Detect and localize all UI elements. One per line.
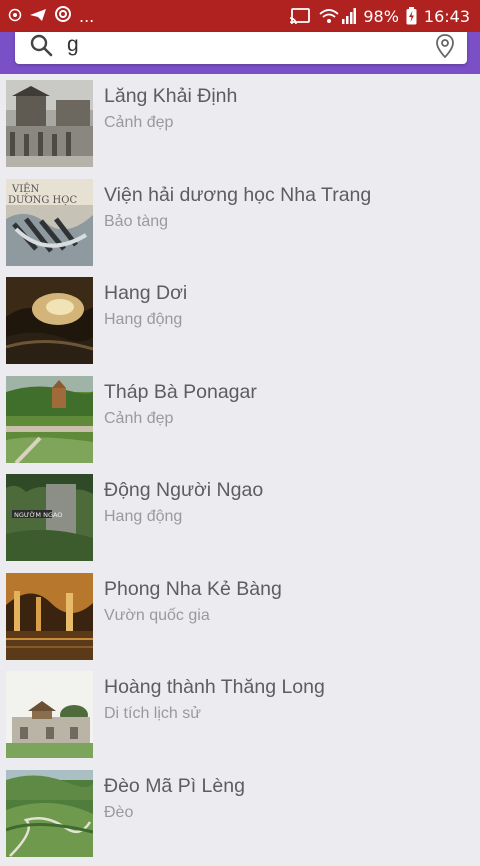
search-bar[interactable] xyxy=(15,32,467,64)
place-name: Phong Nha Kẻ Bàng xyxy=(104,577,282,601)
list-item[interactable]: Đèo Mã Pì Lèng Đèo xyxy=(0,768,480,866)
location-dot-icon xyxy=(8,7,22,26)
list-item[interactable]: Tháp Bà Ponagar Cảnh đẹp xyxy=(0,374,480,473)
search-icon[interactable] xyxy=(29,34,53,63)
place-thumbnail xyxy=(6,80,93,167)
place-category: Di tích lịch sử xyxy=(104,704,325,724)
status-bar-notifications: ... xyxy=(8,5,94,27)
svg-text:DƯƠNG HỌC: DƯƠNG HỌC xyxy=(8,195,77,206)
place-category: Cảnh đẹp xyxy=(104,113,237,133)
sync-icon xyxy=(54,5,72,27)
more-notifications-indicator: ... xyxy=(79,7,94,26)
place-name: Đèo Mã Pì Lèng xyxy=(104,774,245,798)
list-item[interactable]: Lăng Khải Định Cảnh đẹp xyxy=(0,78,480,177)
place-category: Cảnh đẹp xyxy=(104,409,257,429)
place-category: Đèo xyxy=(104,803,245,823)
svg-text:NGƯỜM NGAO: NGƯỜM NGAO xyxy=(14,510,62,519)
place-thumbnail: VIỆNDƯƠNG HỌC xyxy=(6,179,93,266)
status-bar-system: 98% 16:43 xyxy=(289,7,470,26)
clock: 16:43 xyxy=(424,7,470,26)
wifi-signal-icon xyxy=(318,7,356,25)
status-bar: ... 98% 16:43 xyxy=(0,0,480,32)
location-pin-icon[interactable] xyxy=(435,33,455,64)
place-category: Bảo tàng xyxy=(104,212,371,232)
place-thumbnail xyxy=(6,671,93,758)
battery-charging-icon xyxy=(406,7,417,25)
place-category: Vườn quốc gia xyxy=(104,606,282,626)
place-thumbnail xyxy=(6,573,93,660)
place-name: Lăng Khải Định xyxy=(104,84,237,108)
place-thumbnail xyxy=(6,277,93,364)
place-category: Hang động xyxy=(104,507,263,527)
list-item[interactable]: VIỆNDƯƠNG HỌC Viện hải dương học Nha Tra… xyxy=(0,177,480,276)
list-item[interactable]: Phong Nha Kẻ Bàng Vườn quốc gia xyxy=(0,571,480,670)
place-name: Động Người Ngao xyxy=(104,478,263,502)
battery-percentage: 98% xyxy=(363,7,399,26)
list-item[interactable]: NGƯỜM NGAO Động Người Ngao Hang động xyxy=(0,472,480,571)
place-name: Tháp Bà Ponagar xyxy=(104,380,257,404)
search-input[interactable] xyxy=(67,33,435,63)
cast-icon xyxy=(289,7,311,25)
place-name: Hoàng thành Thăng Long xyxy=(104,675,325,699)
places-list: Lăng Khải Định Cảnh đẹp VIỆNDƯƠNG HỌC Vi… xyxy=(0,78,480,866)
place-name: Viện hải dương học Nha Trang xyxy=(104,183,371,207)
place-thumbnail xyxy=(6,770,93,857)
place-thumbnail xyxy=(6,376,93,463)
list-item[interactable]: Hoàng thành Thăng Long Di tích lịch sử xyxy=(0,669,480,768)
send-icon xyxy=(29,7,47,26)
place-thumbnail: NGƯỜM NGAO xyxy=(6,474,93,561)
svg-text:VIỆN: VIỆN xyxy=(11,183,39,195)
place-category: Hang động xyxy=(104,310,187,330)
list-item[interactable]: Hang Dơi Hang động xyxy=(0,275,480,374)
place-name: Hang Dơi xyxy=(104,281,187,305)
